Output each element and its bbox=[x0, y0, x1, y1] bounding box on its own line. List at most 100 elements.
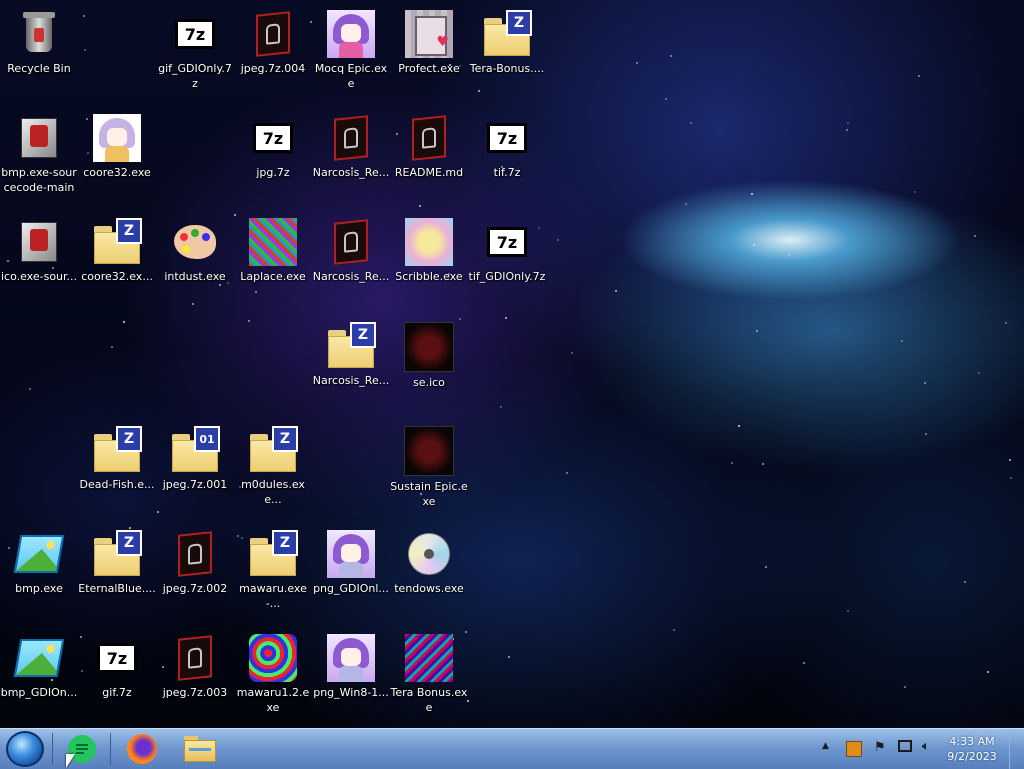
flag-icon[interactable]: ⚑ bbox=[874, 740, 886, 755]
desktop-icon-m0dules[interactable]: Z m0dules.exe... bbox=[234, 420, 312, 520]
wallpaper-star bbox=[762, 463, 764, 465]
desktop-icon-tera-bonus-exe[interactable]: Tera Bonus.exe bbox=[390, 628, 468, 728]
file-explorer-icon bbox=[184, 736, 216, 762]
taskbar-file-explorer-button[interactable] bbox=[174, 731, 226, 767]
icon-label: Tera Bonus.exe bbox=[390, 686, 468, 714]
icon-label: bmp.exe-sourcecode-main bbox=[1, 166, 77, 194]
taskbar-separator bbox=[110, 733, 111, 765]
firefox-icon bbox=[127, 734, 157, 764]
desktop-icon-mawaru-folder[interactable]: Z mawaru.exe-... bbox=[234, 524, 312, 624]
archive-7z-icon: 7z bbox=[483, 114, 531, 162]
desktop-icon-jpeg-7z-001[interactable]: 01 jpeg.7z.001 bbox=[156, 420, 234, 520]
taskbar-notes-app-button[interactable] bbox=[56, 731, 108, 767]
desktop-icon-jpeg-7z-004[interactable]: jpeg.7z.004 bbox=[234, 4, 312, 104]
desktop-icon-tif-gdionly-7z[interactable]: 7z tif_GDIOnly.7z bbox=[468, 212, 546, 312]
zip-folder-icon: Z bbox=[483, 10, 532, 58]
system-clock[interactable]: 4:33 AM 9/2/2023 bbox=[942, 734, 1002, 764]
desktop-icon-mocq-epic[interactable]: Mocq Epic.exe bbox=[312, 4, 390, 104]
desktop-icon-dead-fish[interactable]: Z Dead-Fish.e... bbox=[78, 420, 156, 520]
icon-label: Narcosis_Re... bbox=[312, 270, 390, 283]
chevron-up-icon[interactable]: ▲ bbox=[822, 741, 829, 751]
desktop-icon-jpeg-7z-002[interactable]: jpeg.7z.002 bbox=[156, 524, 234, 624]
wallpaper-star bbox=[987, 671, 989, 673]
desktop-icon-gif-gdionly-7z[interactable]: 7z gif_GDIOnly.7z bbox=[156, 4, 234, 104]
show-desktop-button[interactable] bbox=[1009, 729, 1024, 769]
desktop-icon-profect[interactable]: ♥ Profect.exe bbox=[390, 4, 468, 104]
anime-girl-icon bbox=[327, 10, 375, 58]
wallpaper-star bbox=[1010, 477, 1012, 479]
palette-icon bbox=[171, 218, 219, 266]
desktop-icon-jpg-7z[interactable]: 7z jpg.7z bbox=[234, 108, 312, 208]
wallpaper-star bbox=[84, 49, 86, 51]
icon-label: jpg.7z bbox=[256, 166, 290, 179]
wallpaper-star bbox=[636, 62, 638, 64]
wallpaper-star bbox=[847, 122, 849, 124]
archive-7z-icon: 7z bbox=[249, 114, 297, 162]
desktop-icon-bmp-exe[interactable]: bmp.exe bbox=[0, 524, 78, 624]
wallpaper-star bbox=[847, 610, 849, 612]
desktop-icon-tera-bonus-folder[interactable]: Z Tera-Bonus.... bbox=[468, 4, 546, 104]
archive-7z-icon: 7z bbox=[483, 218, 531, 266]
desktop-icon-gif-7z[interactable]: 7z gif.7z bbox=[78, 628, 156, 728]
desktop-icon-tif-7z[interactable]: 7z tif.7z bbox=[468, 108, 546, 208]
dark-image-icon bbox=[404, 426, 454, 476]
zip-folder-icon: Z bbox=[327, 322, 376, 370]
desktop-icon-narcosis-2[interactable]: Narcosis_Re... bbox=[312, 212, 390, 312]
desktop-icon-recycle-bin[interactable]: Recycle Bin bbox=[0, 4, 78, 104]
desktop-icon-tendows[interactable]: tendows.exe bbox=[390, 524, 468, 624]
wallpaper-star bbox=[918, 75, 920, 77]
wallpaper-star bbox=[571, 352, 573, 354]
desktop-icon-mawaru12[interactable]: mawaru1.2.exe bbox=[234, 628, 312, 728]
start-orb-icon[interactable] bbox=[6, 731, 44, 767]
icon-label: bmp_GDIOn... bbox=[0, 686, 78, 699]
desktop-icon-eternalblue[interactable]: Z EternalBlue.... bbox=[78, 524, 156, 624]
taskbar: ▲ ⚑ 🔈︎ 4:33 AM 9/2/2023 bbox=[0, 728, 1024, 769]
desktop-icon-bmp-gdionly[interactable]: bmp_GDIOn... bbox=[0, 628, 78, 728]
app-tray-icon[interactable] bbox=[846, 741, 862, 757]
desktop-icon-coore32-folder[interactable]: Z coore32.ex... bbox=[78, 212, 156, 312]
noise-image-icon bbox=[249, 634, 297, 682]
wallpaper-star bbox=[83, 15, 85, 17]
dark-exe-icon bbox=[327, 114, 375, 162]
landscape-image-icon bbox=[13, 530, 65, 578]
icon-label: Mocq Epic.exe bbox=[314, 62, 388, 90]
noise-image-icon bbox=[249, 218, 297, 266]
desktop-icon-narcosis-1[interactable]: Narcosis_Re... bbox=[312, 108, 390, 208]
wallpaper-star bbox=[846, 129, 848, 131]
desktop-icon-bmp-sourcecode[interactable]: bmp.exe-sourcecode-main bbox=[0, 108, 78, 208]
icon-label: m0dules.exe... bbox=[241, 478, 305, 506]
wallpaper-star bbox=[738, 425, 740, 427]
desktop-icon-png-win8[interactable]: png_Win8-1... bbox=[312, 628, 390, 728]
desktop-icon-jpeg-7z-003[interactable]: jpeg.7z.003 bbox=[156, 628, 234, 728]
volume-icon[interactable]: 🔈︎ bbox=[922, 739, 930, 754]
wallpaper-star bbox=[974, 235, 976, 237]
icon-label: jpeg.7z.001 bbox=[162, 478, 228, 491]
icon-label: README.md bbox=[394, 166, 464, 179]
desktop-icon-scribble[interactable]: Scribble.exe bbox=[390, 212, 468, 312]
icon-label: gif_GDIOnly.7z bbox=[158, 62, 232, 90]
archive-7z-icon: 7z bbox=[171, 10, 219, 58]
wallpaper-star bbox=[615, 290, 617, 292]
desktop-icon-png-gdionly[interactable]: png_GDIOnl... bbox=[312, 524, 390, 624]
desktop-icon-coore32-exe[interactable]: coore32.exe bbox=[78, 108, 156, 208]
wallpaper-star bbox=[505, 317, 507, 319]
network-icon[interactable] bbox=[898, 740, 912, 752]
icon-label: png_GDIOnl... bbox=[313, 582, 389, 595]
wallpaper-star bbox=[670, 55, 672, 57]
wallpaper-star bbox=[914, 191, 916, 193]
desktop-icon-ico-source[interactable]: ico.exe-sour... bbox=[0, 212, 78, 312]
icon-label: Tera-Bonus.... bbox=[469, 62, 545, 75]
wallpaper-star bbox=[690, 122, 692, 124]
icon-label: se.ico bbox=[413, 376, 445, 389]
desktop-icon-readme[interactable]: README.md bbox=[390, 108, 468, 208]
taskbar-firefox-button[interactable] bbox=[116, 731, 168, 767]
wallpaper-star bbox=[123, 321, 125, 323]
desktop-icon-sustain-epic[interactable]: Sustain Epic.exe bbox=[390, 420, 468, 520]
desktop-icon-laplace[interactable]: Laplace.exe bbox=[234, 212, 312, 312]
desktop-icon-narcosis-folder[interactable]: Z Narcosis_Re... bbox=[312, 316, 390, 416]
icon-label: Sustain Epic.exe bbox=[390, 480, 468, 508]
wallpaper-star bbox=[925, 433, 927, 435]
desktop-icon-intdust[interactable]: intdust.exe bbox=[156, 212, 234, 312]
desktop-icon-se-ico[interactable]: se.ico bbox=[390, 316, 468, 416]
bmp-source-icon bbox=[15, 218, 63, 266]
